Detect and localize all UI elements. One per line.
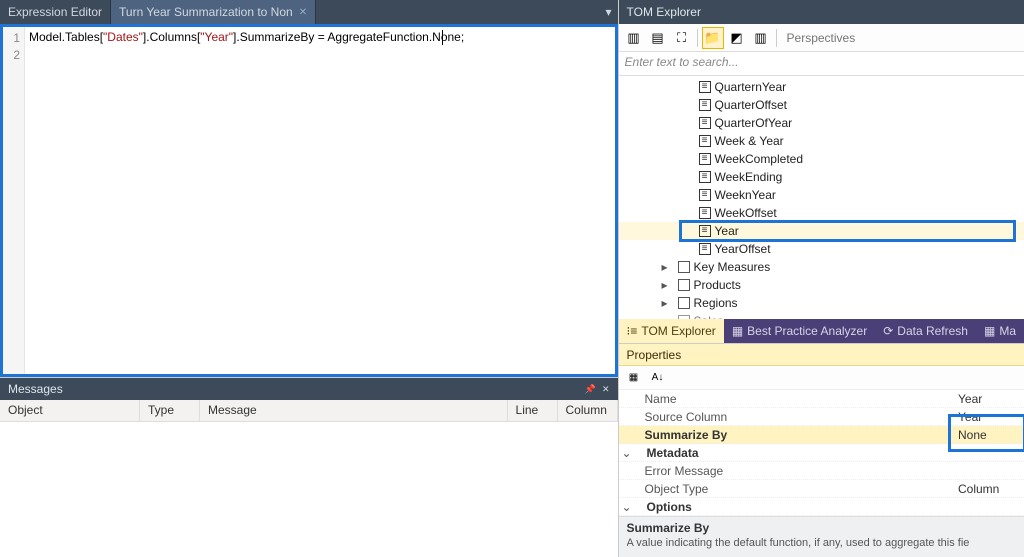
tree-icon: ⁝≡: [627, 324, 638, 338]
column-icon: [699, 171, 711, 183]
tom-toolbar: ▥ ▤ ⛶ 📁 ◩ ▥: [619, 24, 1024, 52]
tom-explorer-header: TOM Explorer: [619, 0, 1024, 24]
tab-tom-explorer[interactable]: ⁝≡TOM Explorer: [619, 319, 724, 343]
tom-title: TOM Explorer: [627, 5, 701, 19]
tree-col-weekending[interactable]: WeekEnding: [619, 168, 1024, 186]
folder-icon[interactable]: 📁: [702, 27, 724, 49]
properties-header: Properties: [619, 344, 1024, 366]
tab-best-practice[interactable]: ▦Best Practice Analyzer: [724, 319, 875, 343]
col-object[interactable]: Object: [0, 400, 140, 421]
tree-table-keymeasures[interactable]: ▸Key Measures: [619, 258, 1024, 276]
close-icon[interactable]: ✕: [602, 384, 610, 395]
tree-col-quarterofyear[interactable]: QuarterOfYear: [619, 114, 1024, 132]
analyzer-icon: ▦: [732, 324, 743, 338]
text-cursor: [442, 30, 443, 45]
tree-table-regions[interactable]: ▸Regions: [619, 294, 1024, 312]
table-icon: [678, 261, 690, 273]
tree-col-weekcompleted[interactable]: WeekCompleted: [619, 150, 1024, 168]
tab-turn-year-summarization[interactable]: Turn Year Summarization to Non ✕: [111, 0, 316, 24]
col-message[interactable]: Message: [200, 400, 508, 421]
column-icon: [699, 135, 711, 147]
tom-tree[interactable]: QuarternYear QuarterOffset QuarterOfYear…: [619, 76, 1024, 319]
tabs-dropdown-icon[interactable]: ▾: [599, 0, 617, 24]
tree-col-weeknyear[interactable]: WeeknYear: [619, 186, 1024, 204]
sort-az-icon[interactable]: A↓: [649, 369, 667, 387]
close-icon[interactable]: ✕: [299, 7, 307, 18]
hierarchy-icon[interactable]: ⛶: [671, 27, 693, 49]
expand-icon[interactable]: ▸: [660, 260, 670, 274]
table-icon: [678, 297, 690, 309]
expand-icon[interactable]: ▸: [660, 314, 670, 319]
properties-description: Summarize By A value indicating the defa…: [619, 516, 1024, 557]
expand-icon[interactable]: ▸: [660, 296, 670, 310]
tree-col-quarteroffset[interactable]: QuarterOffset: [619, 96, 1024, 114]
toolbar-btn-5[interactable]: ◩: [726, 27, 748, 49]
table-icon: [678, 279, 690, 291]
properties-panel: Properties ▦ A↓ NameYear Source ColumnYe…: [619, 343, 1024, 557]
prop-object-type[interactable]: Object TypeColumn: [619, 480, 1024, 498]
messages-header: Messages 📌 ✕: [0, 378, 618, 400]
column-icon: [699, 99, 711, 111]
line-gutter: 1 2: [3, 27, 25, 374]
more-icon: ▦: [984, 324, 995, 338]
messages-panel: Messages 📌 ✕ Object Type Message Line Co…: [0, 377, 618, 557]
pin-icon[interactable]: 📌: [585, 384, 596, 395]
column-icon: [699, 153, 711, 165]
column-icon: [699, 243, 711, 255]
categorized-icon[interactable]: ▦: [625, 369, 643, 387]
table-icon: [678, 315, 690, 319]
toolbar-btn-1[interactable]: ▥: [623, 27, 645, 49]
highlight-box-year: [679, 220, 1016, 242]
tree-col-weekyear[interactable]: Week & Year: [619, 132, 1024, 150]
messages-body: [0, 422, 618, 557]
prop-summarize-by[interactable]: Summarize By None: [619, 426, 1024, 444]
tab-label: Expression Editor: [8, 5, 102, 19]
tree-col-quarternyear[interactable]: QuarternYear: [619, 78, 1024, 96]
code-body[interactable]: Model.Tables["Dates"].Columns["Year"].Su…: [25, 27, 615, 374]
properties-toolbar: ▦ A↓: [619, 366, 1024, 390]
code-editor[interactable]: 1 2 Model.Tables["Dates"].Columns["Year"…: [0, 24, 618, 377]
column-icon: [699, 81, 711, 93]
col-column[interactable]: Column: [558, 400, 618, 421]
refresh-icon: ⟳: [883, 324, 893, 338]
desc-text: A value indicating the default function,…: [627, 537, 1016, 549]
desc-title: Summarize By: [627, 521, 1016, 535]
prop-error-message[interactable]: Error Message: [619, 462, 1024, 480]
column-icon: [699, 189, 711, 201]
tab-expression-editor[interactable]: Expression Editor: [0, 0, 111, 24]
col-type[interactable]: Type: [140, 400, 200, 421]
col-line[interactable]: Line: [508, 400, 558, 421]
tom-bottom-tabs: ⁝≡TOM Explorer ▦Best Practice Analyzer ⟳…: [619, 319, 1024, 343]
tree-table-products[interactable]: ▸Products: [619, 276, 1024, 294]
tree-col-yearoffset[interactable]: YearOffset: [619, 240, 1024, 258]
tab-more[interactable]: ▦Ma: [976, 319, 1024, 343]
properties-grid: NameYear Source ColumnYear Summarize By …: [619, 390, 1024, 516]
prop-name[interactable]: NameYear: [619, 390, 1024, 408]
highlight-box-none: [948, 414, 1024, 452]
column-icon: [699, 117, 711, 129]
tab-label: Turn Year Summarization to Non: [119, 5, 293, 19]
prop-cat-options[interactable]: Options: [619, 498, 1024, 516]
tree-table-sales[interactable]: ▸Sales: [619, 312, 1024, 319]
expand-icon[interactable]: ▸: [660, 278, 670, 292]
messages-columns: Object Type Message Line Column: [0, 400, 618, 422]
messages-title: Messages: [8, 382, 63, 396]
column-icon: [699, 207, 711, 219]
tree-search-input[interactable]: Enter text to search...: [619, 52, 1024, 76]
editor-tabs: Expression Editor Turn Year Summarizatio…: [0, 0, 618, 24]
perspectives-input[interactable]: [781, 31, 1020, 45]
tab-data-refresh[interactable]: ⟳Data Refresh: [875, 319, 976, 343]
toolbar-btn-6[interactable]: ▥: [750, 27, 772, 49]
toolbar-btn-2[interactable]: ▤: [647, 27, 669, 49]
